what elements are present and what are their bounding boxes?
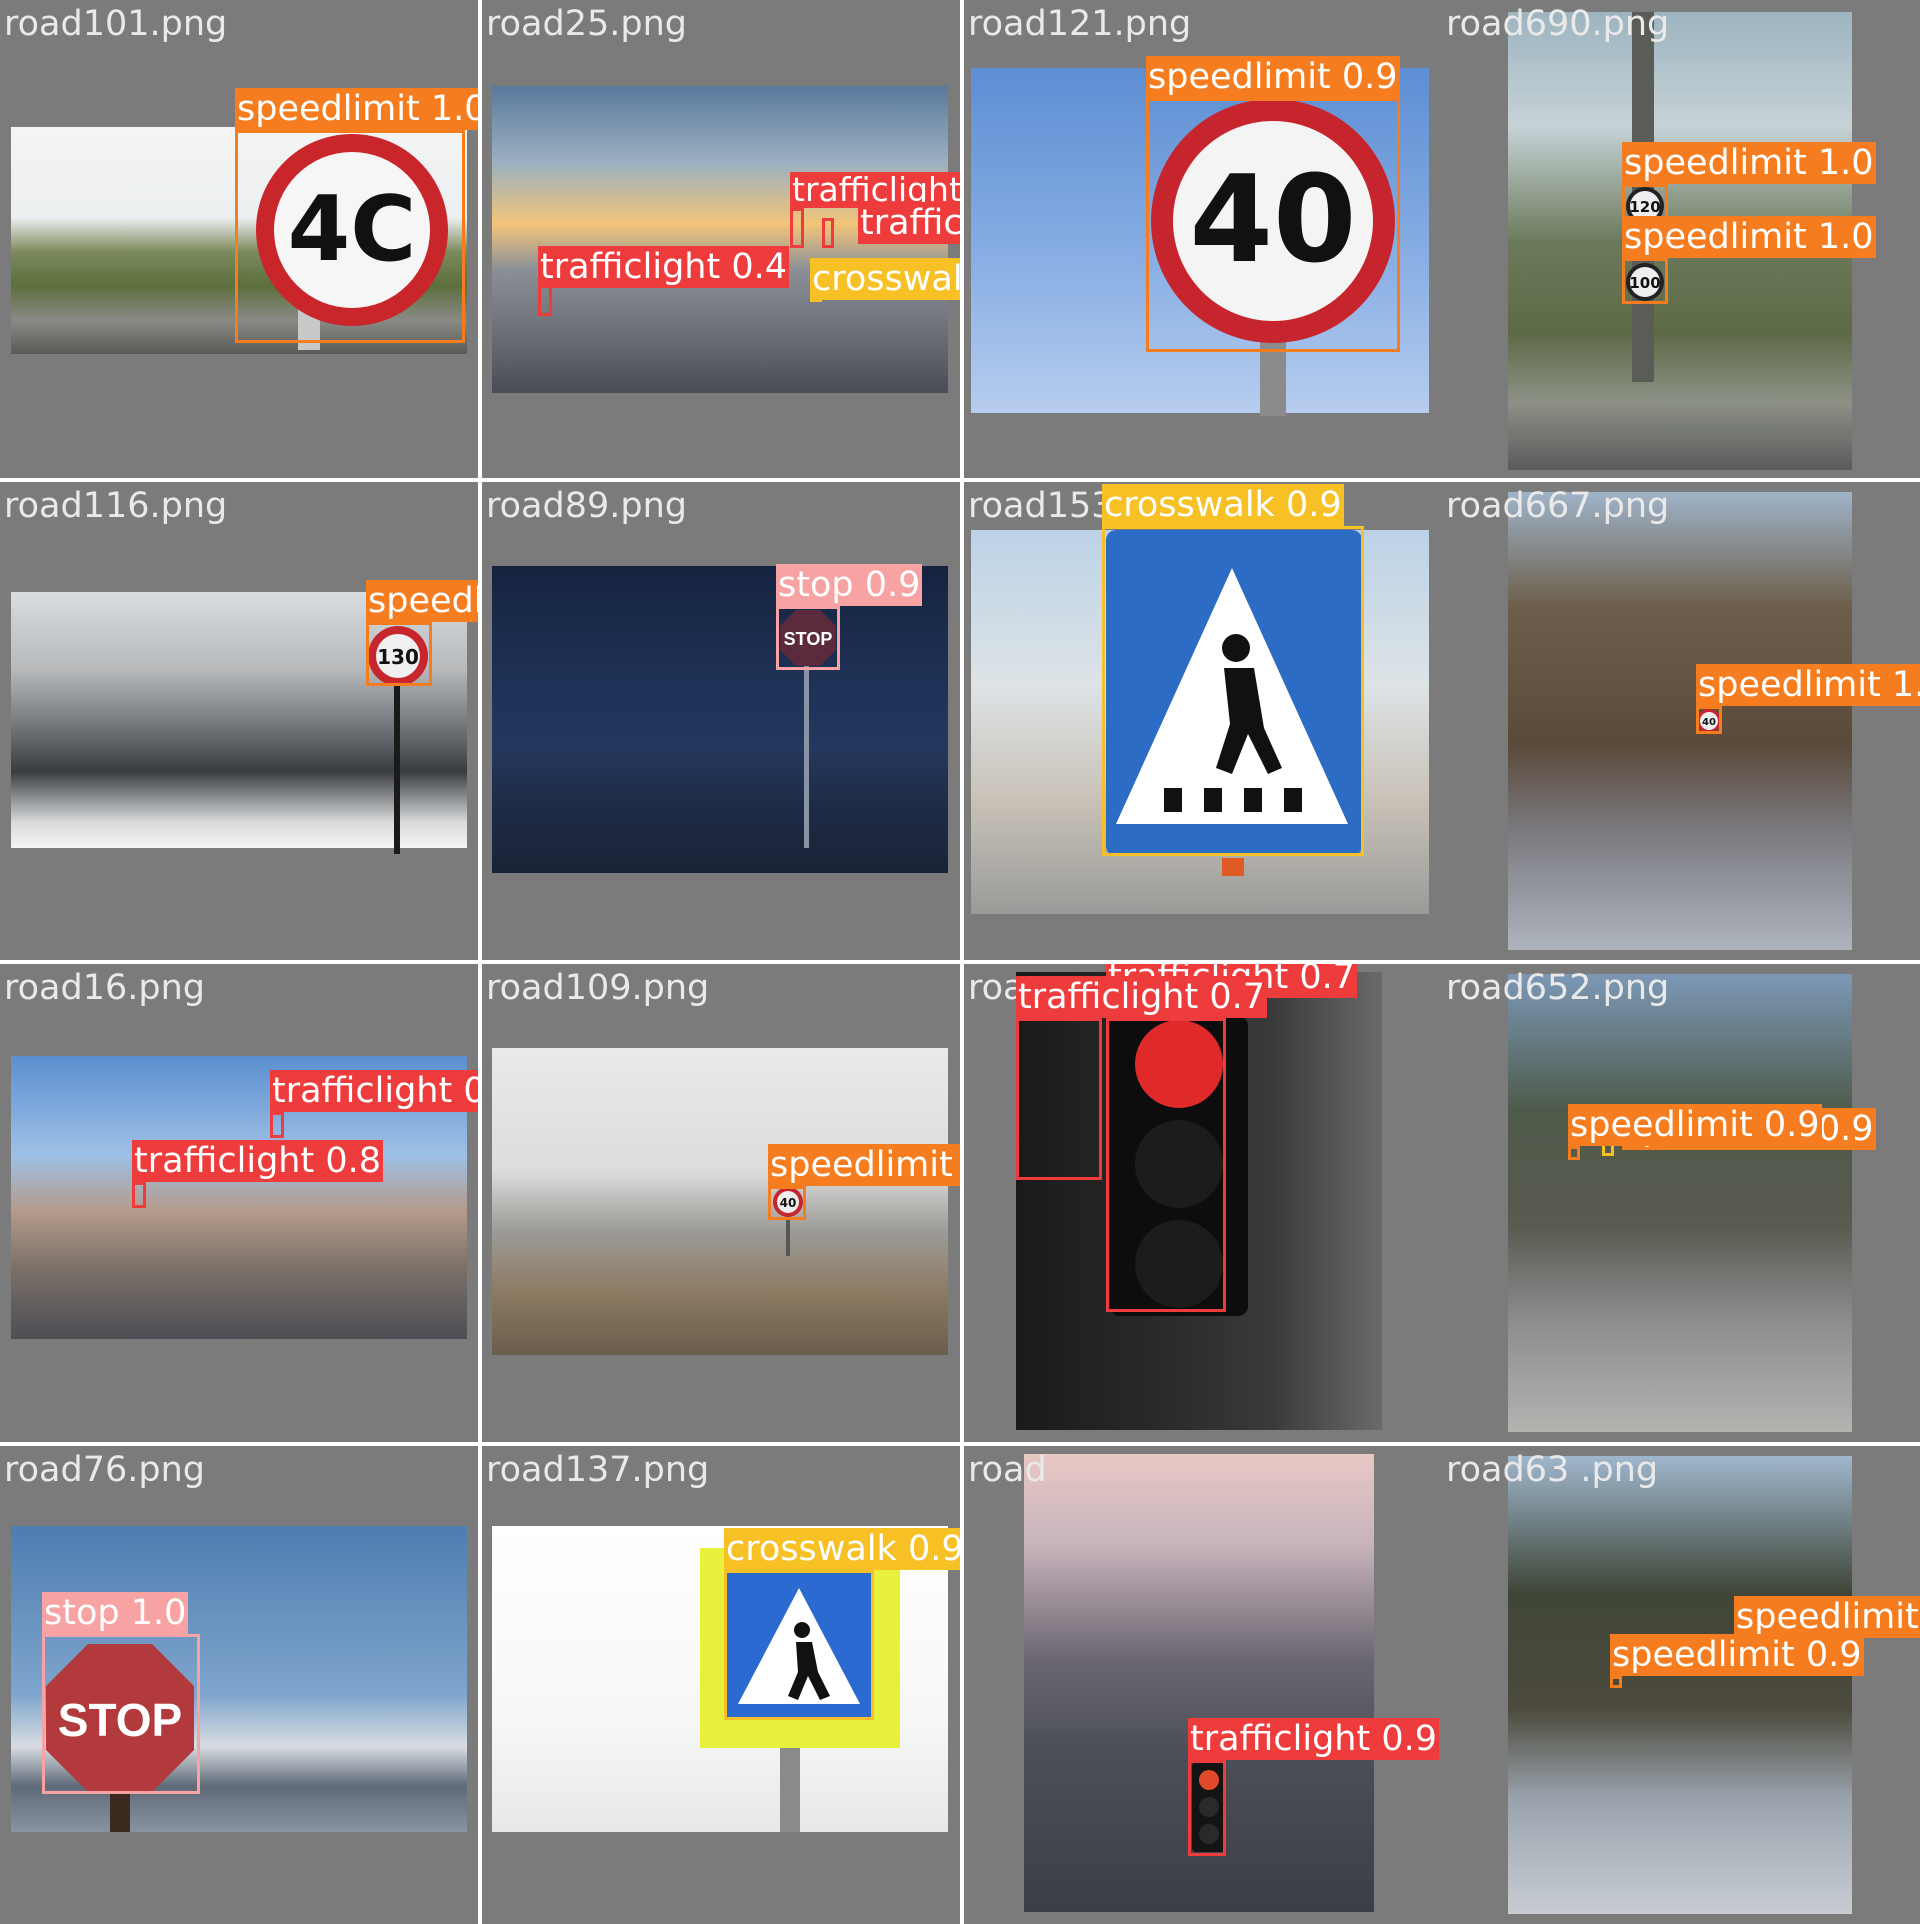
detection-label: speedlimit 0.9 xyxy=(1610,1634,1864,1676)
detection-label: trafficlight 0.9 xyxy=(1188,1718,1439,1760)
tile-filename: road121.png xyxy=(968,4,1192,44)
tile-road89: STOP road89.png stop 0.9 xyxy=(482,482,960,960)
tile-road153: road153 crosswalk 0.9 xyxy=(964,482,1442,960)
tile-filename: road76.png xyxy=(4,1450,205,1490)
tile-road63x: road63 .png speedlimit 1 speedlimit 0.9 xyxy=(1442,1446,1920,1924)
tile-road-city-avenue: road trafficlight 0.9 xyxy=(964,1446,1442,1924)
detection-label: speedlimit 0.9 xyxy=(1568,1104,1822,1146)
tile-road109: 40 road109.png speedlimit 1.0 xyxy=(482,964,960,1442)
tile-filename: road652.png xyxy=(1446,968,1670,1008)
detection-label: stop 0.9 xyxy=(776,564,923,606)
tile-filename: road690.png xyxy=(1446,4,1670,44)
tile-road76: STOP road76.png stop 1.0 xyxy=(0,1446,478,1924)
tile-road137: road137.png crosswalk 0.9 xyxy=(482,1446,960,1924)
tile-road652: road652.png speedlimit 0.9 speedlimit 0.… xyxy=(1442,964,1920,1442)
detection-label: crosswalk 0.9 xyxy=(724,1528,960,1570)
tile-filename: road116.png xyxy=(4,486,228,526)
tile-road121: 40 road121.png speedlimit 0.9 xyxy=(964,0,1442,478)
tile-filename: road89.png xyxy=(486,486,687,526)
tile-filename: road153 xyxy=(968,486,1114,526)
tile-filename: road25.png xyxy=(486,4,687,44)
tile-road16: road16.png trafficlight 0.9 trafficlight… xyxy=(0,964,478,1442)
tile-road101: 4C road101.png speedlimit 1.0 xyxy=(0,0,478,478)
tile-filename: road101.png xyxy=(4,4,228,44)
tile-filename: road16.png xyxy=(4,968,205,1008)
tile-filename: road xyxy=(968,1450,1047,1490)
detection-label: speedlimit 0.9 xyxy=(1146,56,1400,98)
photo-forest-bend xyxy=(1508,974,1852,1432)
tile-filename: road109.png xyxy=(486,968,710,1008)
detection-label: trafficlight 0.4 xyxy=(538,246,789,288)
detection-label: speedlimit 1.0 xyxy=(1696,664,1920,706)
photo-forest-edge xyxy=(1508,1456,1852,1914)
detection-label: stop 1.0 xyxy=(42,1592,189,1634)
detection-label: trafficlight 0.8 xyxy=(132,1140,383,1182)
detection-label: speedlimit 0.9 xyxy=(366,580,478,622)
tile-road25: road25.png trafficlight 0.9 trafficlight… xyxy=(482,0,960,478)
detection-label: speedlimit 1.0 xyxy=(768,1144,960,1186)
detection-label: crosswalk 0.9 xyxy=(1102,484,1344,526)
detection-label: speedlimit 1.0 xyxy=(1622,216,1876,258)
tile-road-trafficlight-closeup: roa trafficlight 0.7 trafficlight 0.7 xyxy=(964,964,1442,1442)
detection-label: crosswalk 0.3 xyxy=(810,258,960,300)
photo-forest-road xyxy=(1508,492,1852,950)
detection-label: speedlimit 1.0 xyxy=(1622,142,1876,184)
detection-label: trafficlight 0.8 xyxy=(858,202,960,244)
tile-road667: 40 road667.png speedlimit 1.0 xyxy=(1442,482,1920,960)
tile-filename: road667.png xyxy=(1446,486,1670,526)
photo-foggy-road xyxy=(492,1048,948,1355)
photo-dark-forest-road xyxy=(492,566,948,873)
tile-road690: 120 100 road690.png speedlimit 1.0 speed… xyxy=(1442,0,1920,478)
detection-label: trafficlight 0.9 xyxy=(270,1070,478,1112)
detection-label: trafficlight 0.7 xyxy=(1016,976,1267,1018)
tile-filename: road63 .png xyxy=(1446,1450,1659,1490)
detection-label: speedlimit 1 xyxy=(1734,1596,1920,1638)
detection-label: speedlimit 1.0 xyxy=(235,88,478,130)
tile-road116: 130 road116.png speedlimit 0.9 xyxy=(0,482,478,960)
tile-filename: road137.png xyxy=(486,1450,710,1490)
